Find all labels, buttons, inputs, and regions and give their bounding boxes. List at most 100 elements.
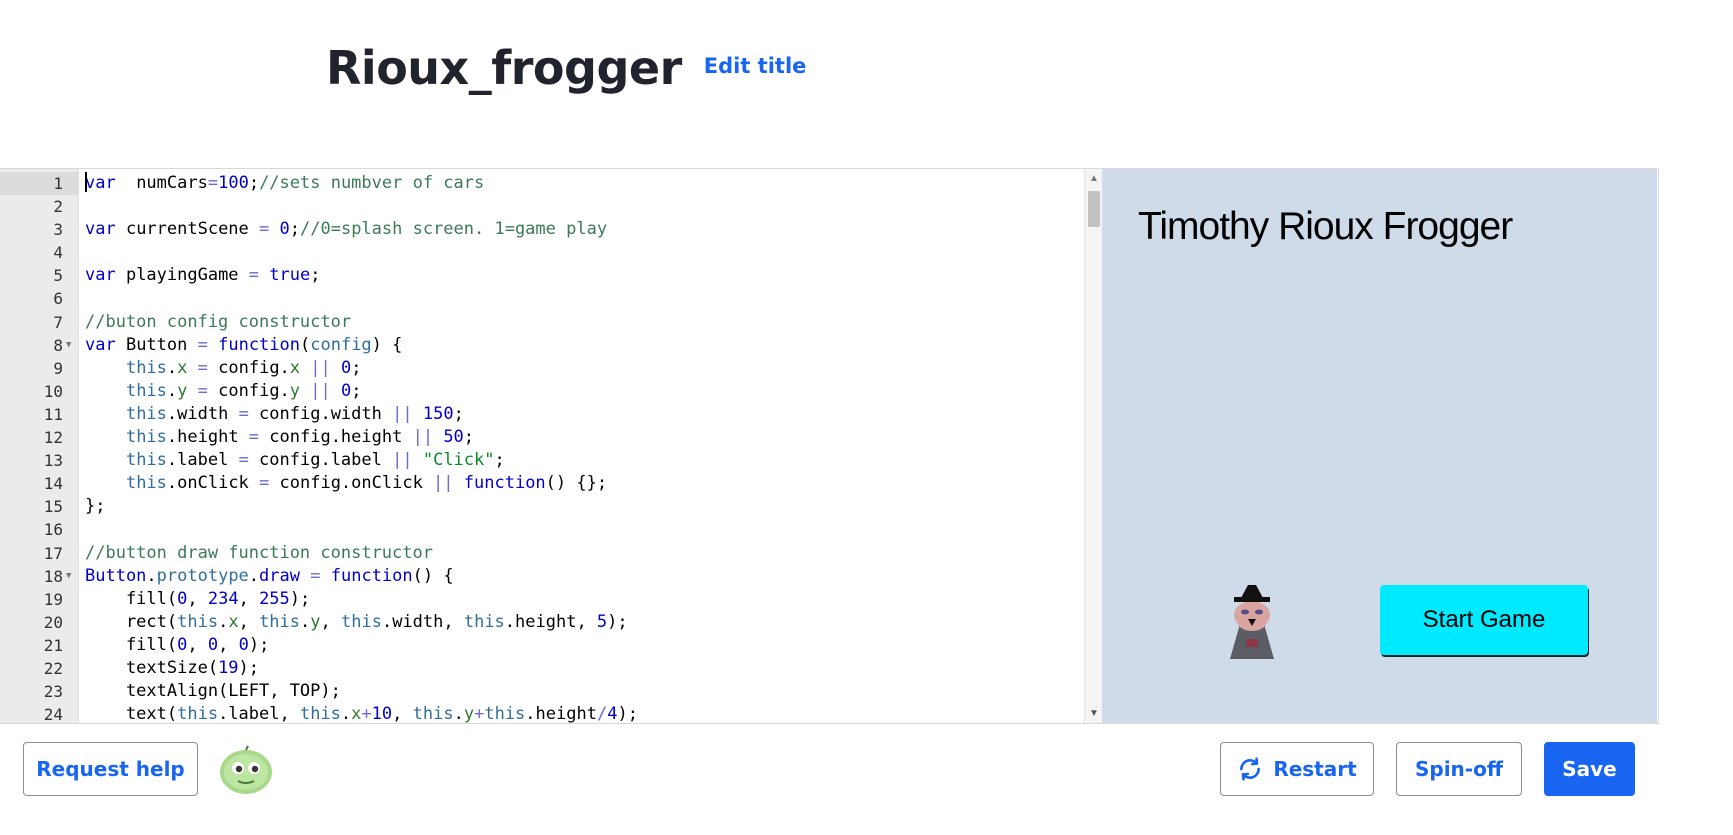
code-line[interactable]: 24 text(this.label, this.x+10, this.y+th… xyxy=(0,703,1085,723)
code-token: this xyxy=(125,473,167,494)
code-line[interactable]: 23 textAlign(LEFT, TOP); xyxy=(0,680,1085,703)
code-token: || xyxy=(392,450,413,471)
code-token: = xyxy=(248,265,260,286)
code-token: y xyxy=(289,380,301,401)
scroll-up-arrow-icon[interactable]: ▲ xyxy=(1089,173,1099,184)
code-token: 100 xyxy=(218,173,249,193)
line-number: 1 xyxy=(0,172,79,196)
code-line[interactable]: 9 this.x = config.x || 0; xyxy=(0,357,1085,380)
code-token: () {}; xyxy=(545,473,608,494)
code-text: fill(0, 234, 255); xyxy=(85,588,310,611)
code-token: = xyxy=(248,427,260,448)
page-title: Rioux_frogger xyxy=(326,41,682,95)
code-token: . xyxy=(166,380,178,401)
code-text: textSize(19); xyxy=(85,657,259,680)
spin-off-button[interactable]: Spin-off xyxy=(1396,742,1522,796)
start-game-button[interactable]: Start Game xyxy=(1380,585,1588,655)
restart-icon xyxy=(1237,756,1263,782)
avatar[interactable] xyxy=(218,744,274,796)
code-line[interactable]: 19 fill(0, 234, 255); xyxy=(0,588,1085,611)
code-line[interactable]: 13 this.label = config.label || "Click"; xyxy=(0,449,1085,472)
code-text: //buton config constructor xyxy=(85,311,351,334)
program-output-canvas[interactable]: Timothy Rioux Frogger Start Game xyxy=(1102,169,1657,723)
code-token: textSize( xyxy=(85,657,219,678)
code-token: ); xyxy=(289,588,311,609)
code-line[interactable]: 2 xyxy=(0,195,1085,218)
code-line[interactable]: 8 ▼ var Button = function(config) { xyxy=(0,334,1085,357)
line-number: 16 xyxy=(43,520,63,540)
code-token: ; xyxy=(248,173,260,193)
code-token: fill( xyxy=(85,634,178,655)
code-line[interactable]: 11 this.width = config.width || 150; xyxy=(0,403,1085,426)
editor-scrollbar[interactable]: ▲ ▼ xyxy=(1084,169,1102,723)
code-token: . xyxy=(340,704,352,723)
code-line[interactable]: 7 //buton config constructor xyxy=(0,311,1085,334)
code-line[interactable]: 14 this.onClick = config.onClick || func… xyxy=(0,472,1085,495)
line-number: 19 xyxy=(43,589,63,609)
code-line[interactable]: 4 xyxy=(0,241,1085,264)
code-token: 234 xyxy=(207,588,239,609)
code-token: 150 xyxy=(422,403,454,424)
line-number: 21 xyxy=(43,635,63,655)
code-line[interactable]: 1 var numCars=100;//sets numbver of cars xyxy=(0,172,1085,196)
scroll-down-arrow-icon[interactable]: ▼ xyxy=(1089,708,1099,719)
code-token: = xyxy=(207,173,219,193)
code-token: 10 xyxy=(371,704,393,723)
code-token: function xyxy=(330,565,413,586)
bottom-toolbar: Request help Restart Spin-off Save xyxy=(0,723,1659,813)
code-line[interactable]: 16 xyxy=(0,518,1085,541)
fold-toggle-icon[interactable]: ▼ xyxy=(66,334,71,357)
code-token: ); xyxy=(248,634,270,655)
code-token: var xyxy=(85,173,116,193)
code-line[interactable]: 10 this.y = config.y || 0; xyxy=(0,380,1085,403)
code-line[interactable]: 12 this.height = config.height || 50; xyxy=(0,426,1085,449)
fold-toggle-icon[interactable]: ▼ xyxy=(66,565,71,588)
code-token: .height xyxy=(525,704,597,723)
code-text: textAlign(LEFT, TOP); xyxy=(85,680,341,703)
line-number: 13 xyxy=(43,451,63,471)
line-number: 5 xyxy=(53,266,63,286)
code-token: this xyxy=(125,403,167,424)
code-token: ; xyxy=(310,265,321,286)
edit-title-link[interactable]: Edit title xyxy=(704,54,807,78)
code-token: , xyxy=(187,634,208,655)
code-line[interactable]: 21 fill(0, 0, 0); xyxy=(0,634,1085,657)
code-token: 0 xyxy=(238,634,249,655)
code-token: this xyxy=(341,611,382,632)
scrollbar-thumb[interactable] xyxy=(1088,191,1100,227)
code-token: playingGame xyxy=(115,265,249,286)
code-token: this xyxy=(299,704,341,723)
save-button[interactable]: Save xyxy=(1544,742,1635,796)
code-line[interactable]: 5 var playingGame = true; xyxy=(0,264,1085,287)
code-token: draw xyxy=(259,565,300,586)
code-line[interactable]: 20 rect(this.x, this.y, this.width, this… xyxy=(0,611,1085,634)
code-token: .height xyxy=(166,427,249,448)
code-line[interactable]: 17 //button draw function constructor xyxy=(0,542,1085,565)
request-help-button[interactable]: Request help xyxy=(23,742,198,796)
code-token: , xyxy=(238,588,260,609)
code-token: this xyxy=(125,450,167,471)
code-token: , xyxy=(320,611,341,632)
restart-button[interactable]: Restart xyxy=(1220,742,1374,796)
code-token: . xyxy=(218,611,229,632)
line-number: 2 xyxy=(53,197,63,217)
code-line[interactable]: 6 xyxy=(0,287,1085,310)
code-line[interactable]: 22 textSize(19); xyxy=(0,657,1085,680)
line-number: 11 xyxy=(43,404,63,424)
code-line[interactable]: 3 var currentScene = 0;//0=splash screen.… xyxy=(0,218,1085,241)
code-line[interactable]: 15}; xyxy=(0,495,1085,518)
line-number: 15 xyxy=(43,497,63,517)
line-number: 24 xyxy=(43,705,63,723)
line-number: 3 xyxy=(53,220,63,240)
code-token: this xyxy=(125,357,167,378)
code-line[interactable]: 18 ▼ Button.prototype.draw = function() { xyxy=(0,565,1085,588)
code-editor[interactable]: 1 var numCars=100;//sets numbver of cars 2… xyxy=(0,169,1102,723)
